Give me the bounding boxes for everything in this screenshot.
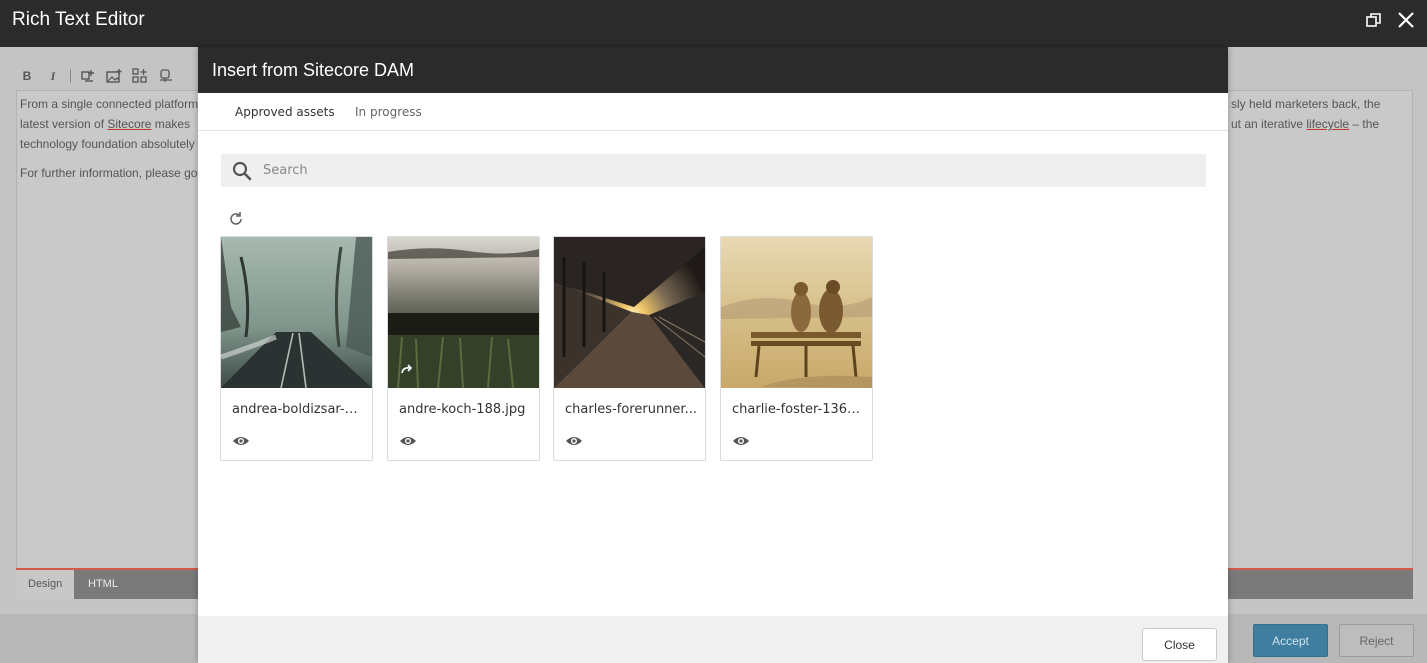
modal-header: Insert from Sitecore DAM [198,47,1228,93]
asset-card[interactable]: andrea-boldizsar-2... [220,236,373,461]
editor-text-line: ut an iterative lifecycle – the [1231,114,1379,134]
tab-in-progress[interactable]: In progress [355,105,422,119]
eye-icon[interactable] [399,434,417,448]
editor-text-line: sly held marketers back, the [1231,97,1381,111]
asset-card[interactable]: charles-forerunner... [553,236,706,461]
asset-name: charlie-foster-136.j... [732,402,864,417]
close-button[interactable]: Close [1142,628,1217,661]
tab-approved-assets[interactable]: Approved assets [235,105,335,119]
insert-image-icon[interactable] [105,67,123,85]
editor-text-line: latest version of Sitecore makes [20,114,190,134]
dam-modal: Insert from Sitecore DAM Approved assets… [198,47,1228,663]
asset-thumbnail[interactable] [554,237,705,388]
asset-name: andre-koch-188.jpg [399,402,526,417]
editor-toolbar: B I [18,67,175,85]
close-icon[interactable] [1394,8,1418,32]
editor-link-lifecycle[interactable]: lifecycle [1306,117,1349,131]
editor-text: ut an iterative [1231,117,1307,131]
asset-card[interactable]: andre-koch-188.jpg [387,236,540,461]
accept-button[interactable]: Accept [1253,624,1328,657]
italic-button[interactable]: I [44,67,62,85]
asset-name: andrea-boldizsar-2... [232,402,364,417]
modal-title: Insert from Sitecore DAM [212,60,415,80]
search-input[interactable] [263,159,1183,182]
asset-thumbnail[interactable] [721,237,872,388]
window-title: Rich Text Editor [12,9,145,30]
eye-icon[interactable] [732,434,750,448]
asset-card[interactable]: charlie-foster-136.j... [720,236,873,461]
tab-html[interactable]: HTML [76,570,130,599]
insert-media-icon[interactable] [131,67,149,85]
refresh-icon[interactable] [227,210,245,228]
asset-name: charles-forerunner... [565,402,697,417]
tab-design[interactable]: Design [16,570,75,599]
eye-icon[interactable] [232,434,250,448]
asset-thumbnail[interactable] [388,237,539,388]
modal-tabs: Approved assets In progress [198,93,1228,131]
toolbar-divider [70,69,71,83]
editor-text: latest version of [20,117,108,131]
eye-icon[interactable] [565,434,583,448]
insert-dam-asset-icon[interactable] [157,67,175,85]
editor-text-line: For further information, please go [20,166,198,180]
restore-window-icon[interactable] [1362,8,1386,32]
modal-footer: Close [198,616,1228,663]
editor-text-line: From a single connected platform [20,97,199,111]
insert-sitecore-link-icon[interactable] [79,67,97,85]
asset-thumbnail[interactable] [221,237,372,388]
search-icon [232,161,252,181]
bold-button[interactable]: B [18,67,36,85]
search-box [221,154,1206,187]
reject-button[interactable]: Reject [1339,624,1414,657]
sync-icon [401,364,413,374]
editor-text: – the [1349,117,1380,131]
editor-title-bar: Rich Text Editor [0,0,1427,47]
editor-text: makes [151,117,191,131]
editor-text-line: technology foundation absolutely [20,137,195,151]
editor-link-sitecore[interactable]: Sitecore [107,117,151,131]
